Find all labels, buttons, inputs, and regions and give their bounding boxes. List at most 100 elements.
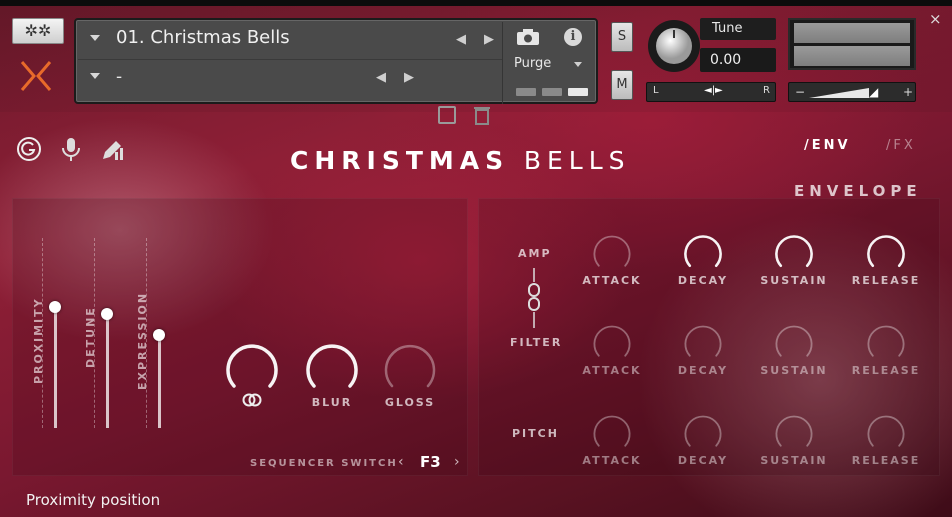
env-knob-amp-sustain[interactable]	[772, 232, 816, 280]
env-knob-filter-sustain[interactable]	[772, 322, 816, 370]
tune-knob[interactable]	[646, 18, 702, 74]
env-knob-arc	[775, 415, 813, 447]
snapshot-dropdown-icon[interactable]	[90, 73, 100, 79]
pan-handle-icon[interactable]: ◄|►	[704, 85, 723, 96]
env-knob-amp-attack[interactable]	[590, 232, 634, 280]
env-knob-label: ATTACK	[582, 274, 642, 287]
next-snapshot-icon[interactable]: ▶	[404, 70, 414, 85]
slider-label-expression: EXPRESSION	[136, 291, 149, 390]
env-knob-arc	[867, 235, 905, 268]
next-preset-icon[interactable]: ▶	[484, 32, 494, 47]
sequencer-prev-icon[interactable]: ‹	[398, 454, 404, 470]
panel-divider	[502, 22, 503, 104]
link-chain-icon[interactable]	[526, 268, 542, 328]
env-knob-pitch-release[interactable]	[864, 412, 908, 460]
env-knob-label: DECAY	[677, 364, 729, 377]
env-knob-arc	[593, 415, 631, 447]
prev-preset-icon[interactable]: ◀	[456, 32, 466, 47]
memory-bar	[516, 88, 536, 96]
settings-button[interactable]: ✲✲	[12, 18, 64, 44]
env-knob-label: RELEASE	[851, 364, 921, 377]
close-icon[interactable]: ×	[929, 10, 942, 28]
solo-button[interactable]: S	[611, 22, 633, 52]
env-knob-amp-release[interactable]	[864, 232, 908, 280]
instrument-title: CHRISTMAS BELLS	[290, 146, 631, 175]
env-knob-arc	[593, 235, 631, 267]
env-knob-arc	[593, 325, 631, 357]
volume-minus-icon[interactable]: −	[795, 85, 805, 99]
slider-fill	[54, 306, 57, 428]
env-knob-pitch-attack[interactable]	[590, 412, 634, 460]
env-knob-arc	[867, 415, 905, 447]
prev-snapshot-icon[interactable]: ◀	[376, 70, 386, 85]
knob-arc	[226, 344, 278, 388]
env-knob-pitch-sustain[interactable]	[772, 412, 816, 460]
envelope-heading: ENVELOPE	[794, 182, 922, 200]
tab-fx[interactable]: /FX	[886, 138, 916, 153]
title-light: BELLS	[523, 146, 631, 175]
tab-env[interactable]: /ENV	[804, 138, 851, 153]
preset-dropdown-icon[interactable]	[90, 35, 100, 41]
env-knob-label: SUSTAIN	[760, 364, 828, 377]
env-row-label-filter[interactable]: FILTER	[510, 336, 562, 349]
env-knob-label: RELEASE	[851, 454, 921, 467]
env-row-label-pitch[interactable]: PITCH	[512, 427, 559, 440]
volume-handle-icon[interactable]: ◢	[869, 85, 878, 99]
slider-fill	[158, 335, 161, 428]
meter-right-channel	[794, 46, 910, 66]
pan-right-label: R	[763, 85, 770, 96]
trash-icon[interactable]	[474, 106, 490, 125]
kontakt-logo-icon	[20, 61, 52, 91]
level-meter	[788, 18, 916, 70]
env-knob-label: ATTACK	[582, 454, 642, 467]
env-knob-arc	[775, 235, 813, 268]
volume-slider[interactable]: − ◢ +	[788, 82, 916, 102]
sequencer-next-icon[interactable]: ›	[454, 454, 460, 470]
env-knob-filter-release[interactable]	[864, 322, 908, 370]
env-knob-arc	[684, 235, 722, 268]
volume-ramp-icon	[809, 88, 869, 98]
knob-arc	[306, 344, 358, 388]
snapshot-row[interactable]: - ◀ ▶	[78, 60, 502, 125]
env-knob-pitch-decay[interactable]	[681, 412, 725, 460]
snapshot-name[interactable]: -	[116, 67, 122, 87]
global-g-icon[interactable]	[16, 136, 42, 162]
memory-bar	[542, 88, 562, 96]
knob-gloss[interactable]	[380, 340, 440, 404]
env-knob-label: SUSTAIN	[760, 274, 828, 287]
env-knob-arc	[684, 415, 722, 447]
env-knob-label: DECAY	[677, 454, 729, 467]
env-knob-filter-attack[interactable]	[590, 322, 634, 370]
knob-label: GLOSS	[384, 396, 436, 409]
pan-slider[interactable]: L ◄|► R	[646, 82, 776, 102]
window-top-edge	[0, 0, 952, 6]
env-knob-filter-decay[interactable]	[681, 322, 725, 370]
env-knob-arc	[684, 325, 722, 357]
slider-thumb-proximity[interactable]	[49, 300, 61, 313]
knob-arc	[384, 344, 436, 388]
camera-icon[interactable]	[516, 28, 540, 46]
purge-dropdown-icon[interactable]	[574, 62, 582, 67]
volume-plus-icon[interactable]: +	[903, 85, 913, 99]
save-icon[interactable]	[438, 106, 456, 124]
slider-fill	[106, 314, 109, 428]
preset-row[interactable]: 01. Christmas Bells ◀ ▶	[78, 22, 502, 60]
purge-menu[interactable]: Purge	[514, 56, 551, 71]
env-row-label-amp[interactable]: AMP	[518, 247, 552, 260]
preset-name[interactable]: 01. Christmas Bells	[116, 27, 290, 48]
slider-label-detune: DETUNE	[84, 306, 97, 368]
memory-bar	[568, 88, 588, 96]
env-knob-label: DECAY	[677, 274, 729, 287]
microphone-icon[interactable]	[58, 136, 84, 162]
info-icon[interactable]: i	[564, 28, 582, 46]
env-knob-amp-decay[interactable]	[681, 232, 725, 280]
knob-blur[interactable]	[302, 340, 362, 404]
env-knob-arc	[867, 325, 905, 357]
sequencer-switch-value[interactable]: F3	[420, 453, 441, 471]
env-knob-label: ATTACK	[582, 364, 642, 377]
pencil-edit-icon[interactable]	[100, 136, 126, 162]
tune-value[interactable]: 0.00	[700, 48, 776, 72]
status-text: Proximity position	[26, 491, 161, 509]
preset-browser-panel: 01. Christmas Bells ◀ ▶ - ◀ ▶ i Purge	[74, 18, 598, 125]
mute-button[interactable]: M	[611, 70, 633, 100]
